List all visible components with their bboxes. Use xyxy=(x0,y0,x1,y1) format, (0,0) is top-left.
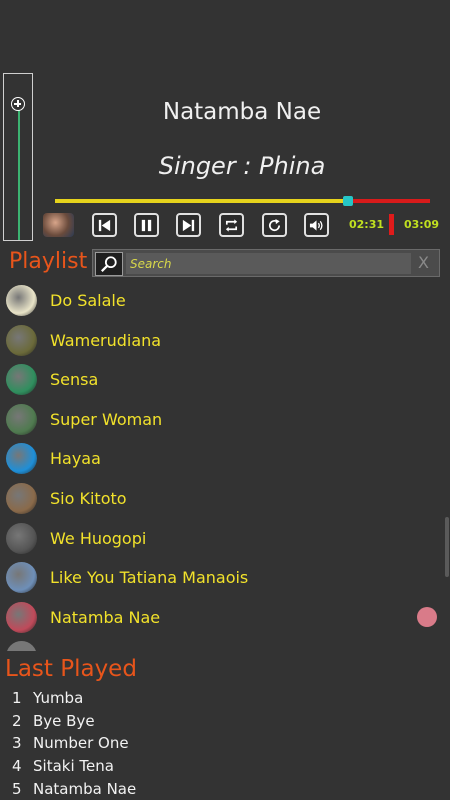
playlist-item[interactable]: Sensa xyxy=(0,360,450,400)
song-thumbnail xyxy=(6,601,37,633)
last-played-number: 5 xyxy=(12,779,22,798)
last-played-name: Sitaki Tena xyxy=(33,757,114,776)
progress-fill xyxy=(55,199,348,203)
song-name: Do Salale xyxy=(50,291,126,310)
total-time: 03:09 xyxy=(404,218,440,231)
song-thumbnail xyxy=(6,324,37,356)
song-title: Natamba Nae xyxy=(162,99,322,125)
album-art xyxy=(43,213,74,237)
song-thumbnail xyxy=(6,641,37,651)
now-playing-indicator xyxy=(417,606,437,627)
progress-thumb[interactable] xyxy=(342,196,353,206)
playlist-list: Do Salale Wamerudiana Sensa Super Woman Haya… xyxy=(0,281,450,651)
playlist-heading: Playlist xyxy=(9,249,88,274)
song-thumbnail xyxy=(6,285,37,316)
song-name: Sensa xyxy=(50,370,99,390)
playlist-item-partial[interactable] xyxy=(0,637,450,651)
next-button[interactable] xyxy=(176,213,201,237)
song-thumbnail xyxy=(6,443,37,475)
playlist-scrollbar[interactable] xyxy=(445,517,449,577)
song-name: Natamba Nae xyxy=(50,607,161,627)
song-name: Super Woman xyxy=(50,409,163,429)
repeat-icon xyxy=(225,218,238,232)
song-name: We Huogopi xyxy=(50,528,147,548)
search-button[interactable] xyxy=(95,252,123,276)
song-thumbnail xyxy=(6,522,37,554)
time-separator xyxy=(389,214,394,235)
next-icon xyxy=(182,219,195,231)
song-name: Sio Kitoto xyxy=(50,488,127,508)
volume-track xyxy=(18,104,20,240)
previous-icon xyxy=(98,219,111,231)
last-played-name: Number One xyxy=(33,734,129,753)
playlist-item[interactable]: Hayaa xyxy=(0,439,450,479)
current-time: 02:31 xyxy=(349,218,385,231)
last-played-item[interactable]: 4 Sitaki Tena xyxy=(0,757,450,780)
pause-icon xyxy=(141,219,152,231)
last-played-item[interactable]: 3 Number One xyxy=(0,734,450,757)
pause-button[interactable] xyxy=(134,213,159,237)
song-name: Like You Tatiana Manaois xyxy=(50,568,249,588)
playlist-item[interactable]: Like You Tatiana Manaois xyxy=(0,558,450,598)
playlist-item[interactable]: Natamba Nae xyxy=(0,598,450,638)
playlist-item[interactable]: We Huogopi xyxy=(0,519,450,559)
refresh-icon xyxy=(269,218,281,231)
last-played-list: 1 Yumba 2 Bye Bye 3 Number One 4 Sitaki Tena 5 Na… xyxy=(0,689,450,800)
volume-icon xyxy=(309,219,323,231)
playlist-item[interactable]: Wamerudiana xyxy=(0,321,450,361)
last-played-number: 3 xyxy=(12,734,22,753)
repeat-one-button[interactable] xyxy=(262,213,287,237)
song-name: Hayaa xyxy=(50,449,101,469)
song-thumbnail xyxy=(6,364,37,396)
last-played-name: Natamba Nae xyxy=(33,779,137,798)
last-played-number: 4 xyxy=(12,757,22,776)
previous-button[interactable] xyxy=(92,213,117,237)
last-played-name: Yumba xyxy=(33,689,84,707)
song-thumbnail xyxy=(6,562,37,594)
progress-bar[interactable] xyxy=(55,196,430,206)
last-played-item[interactable]: 5 Natamba Nae xyxy=(0,780,450,800)
playlist-item[interactable]: Do Salale xyxy=(0,281,450,321)
search-icon xyxy=(101,256,117,272)
last-played-number: 1 xyxy=(12,689,22,707)
singer-label: Singer : Phina xyxy=(158,152,326,180)
last-played-name: Bye Bye xyxy=(33,711,95,730)
last-played-heading: Last Played xyxy=(5,656,137,682)
repeat-button[interactable] xyxy=(219,213,244,237)
volume-knob-icon[interactable] xyxy=(11,97,25,111)
volume-button[interactable] xyxy=(304,213,329,237)
last-played-item[interactable]: 1 Yumba xyxy=(0,689,450,712)
playlist-item[interactable]: Sio Kitoto xyxy=(0,479,450,519)
volume-slider[interactable] xyxy=(3,73,33,241)
search-clear-button[interactable]: X xyxy=(418,253,429,272)
song-thumbnail xyxy=(6,482,37,514)
song-thumbnail xyxy=(6,403,37,435)
last-played-item[interactable]: 2 Bye Bye xyxy=(0,712,450,735)
song-name: Wamerudiana xyxy=(50,330,162,350)
playlist-item[interactable]: Super Woman xyxy=(0,400,450,440)
last-played-number: 2 xyxy=(12,711,22,730)
search-bar: X xyxy=(92,249,440,277)
search-input[interactable] xyxy=(126,253,411,274)
